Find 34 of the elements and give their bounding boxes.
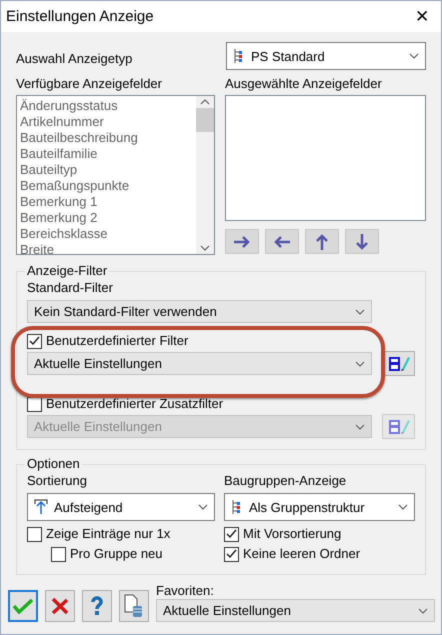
field-label: Favoriten: — [156, 583, 215, 599]
sort-dropdown[interactable]: Aufsteigend — [27, 493, 215, 521]
list-item[interactable]: Bemerkung 2 — [20, 210, 193, 226]
favorites-dropdown[interactable]: Aktuelle Einstellungen — [156, 599, 435, 622]
assembly-display-dropdown[interactable]: Als Gruppenstruktur — [224, 493, 415, 521]
list-item[interactable]: Bauteilbeschreibung — [20, 130, 193, 146]
checkbox-label: Pro Gruppe neu — [70, 546, 163, 562]
display-type-dropdown[interactable]: PS Standard — [226, 42, 426, 70]
group-title: Optionen — [25, 456, 82, 471]
field-label: Auswahl Anzeigetyp — [16, 51, 132, 67]
group-title: Anzeige-Filter — [25, 263, 110, 278]
field-label: Baugruppen-Anzeige — [224, 473, 348, 489]
checkbox-label: Keine leeren Ordner — [243, 546, 360, 562]
list-item[interactable]: Bemaßungspunkte — [20, 178, 193, 194]
available-fields-list[interactable]: Änderungsstatus Artikelnummer Bauteilbeschreibung Bauteilfamilie Bauteiltyp Bemaßungspunkte Bemerkung 1 Bemerkung 2 Bereichsklasse Breite — [16, 95, 215, 255]
standard-filter-dropdown[interactable]: Kein Standard-Filter verwenden — [27, 300, 372, 323]
checkbox-label: Zeige Einträge nur 1x — [46, 526, 170, 542]
close-button[interactable]: ✕ — [415, 6, 429, 27]
list-item[interactable]: Änderungsstatus — [20, 98, 193, 114]
list-item[interactable]: Artikelnummer — [20, 114, 193, 130]
list-item[interactable]: Breite — [20, 242, 193, 254]
checkbox-label: Mit Vorsortierung — [243, 526, 342, 542]
checkbox-label: Benutzerdefinierter Zusatzfilter — [46, 396, 224, 412]
list-item[interactable]: Bemerkung 1 — [20, 194, 193, 210]
field-label: Sortierung — [27, 473, 88, 489]
checkbox-label: Benutzerdefinierter Filter — [46, 333, 188, 349]
list-item[interactable]: Bauteilfamilie — [20, 146, 193, 162]
window-title: Einstellungen Anzeige — [6, 8, 154, 25]
list-item[interactable]: Bauteiltyp — [20, 162, 193, 178]
filter-dropdown[interactable]: Aktuelle Einstellungen — [27, 352, 372, 375]
field-label: Standard-Filter — [27, 280, 113, 295]
list-label: Verfügbare Anzeigefelder — [16, 76, 163, 92]
list-label: Ausgewählte Anzeigefelder — [225, 76, 383, 92]
list-item[interactable]: Bereichsklasse — [20, 226, 193, 242]
